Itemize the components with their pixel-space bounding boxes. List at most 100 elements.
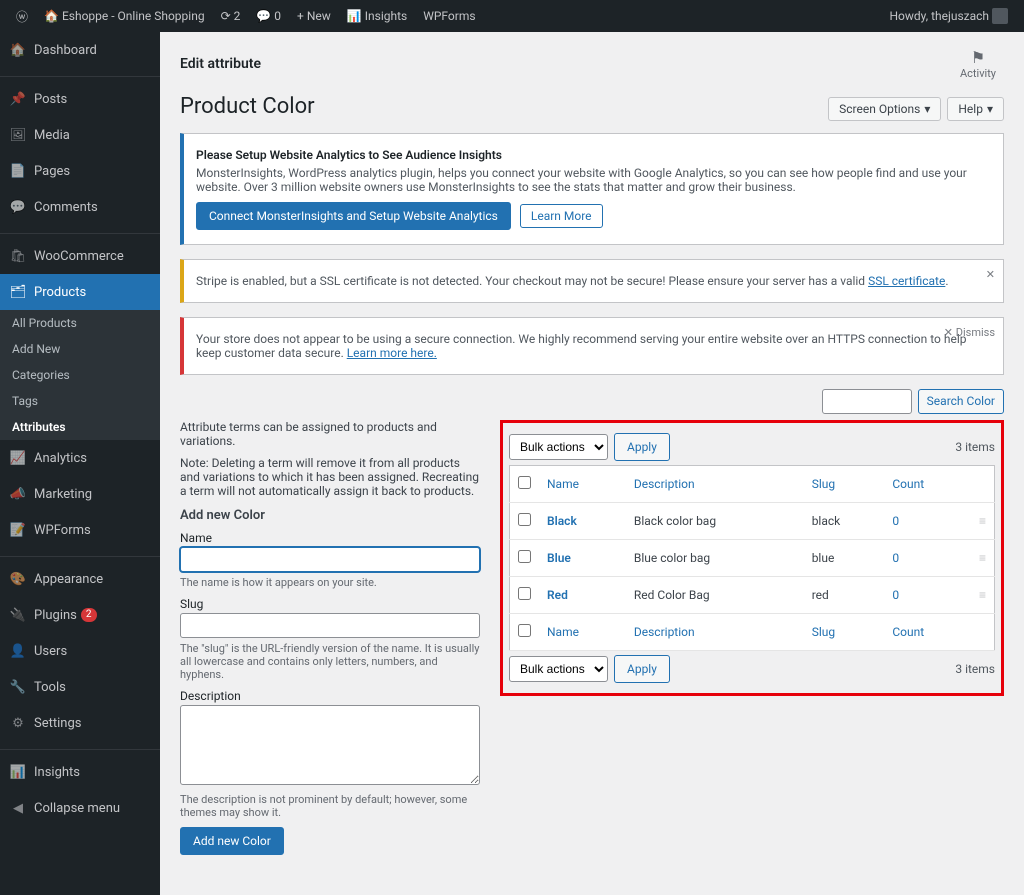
- menu-insights[interactable]: 📊Insights: [0, 754, 160, 790]
- apply-button-top[interactable]: Apply: [614, 433, 670, 461]
- col-name-foot[interactable]: Name: [539, 614, 626, 651]
- row-checkbox[interactable]: [518, 587, 531, 600]
- search-button[interactable]: Search Color: [918, 389, 1004, 414]
- chevron-down-icon: ▾: [924, 102, 930, 116]
- menu-media[interactable]: 🖼Media: [0, 117, 160, 153]
- col-description-foot[interactable]: Description: [626, 614, 804, 651]
- menu-analytics[interactable]: 📈Analytics: [0, 440, 160, 476]
- notice-https: ✕ Dismiss Your store does not appear to …: [180, 317, 1004, 375]
- menu-users[interactable]: 👤Users: [0, 633, 160, 669]
- term-name-link[interactable]: Red: [547, 588, 568, 602]
- dismiss-button[interactable]: ✕ Dismiss: [944, 326, 995, 339]
- admin-sidebar: 🏠Dashboard 📌Posts 🖼Media 📄Pages 💬Comment…: [0, 32, 160, 895]
- bulk-actions-bottom[interactable]: Bulk actions: [509, 656, 608, 682]
- row-checkbox[interactable]: [518, 550, 531, 563]
- mi-learn-button[interactable]: Learn More: [520, 204, 603, 228]
- menu-settings[interactable]: ⚙Settings: [0, 705, 160, 741]
- table-row: BlackBlack color bagblack0≡: [510, 503, 995, 540]
- add-new-color-button[interactable]: Add new Color: [180, 827, 284, 855]
- wordpress-icon: ⓦ: [16, 8, 28, 25]
- term-name-link[interactable]: Blue: [547, 551, 571, 565]
- plug-icon: 🔌: [8, 605, 28, 625]
- col-name[interactable]: Name: [539, 466, 626, 503]
- menu-marketing[interactable]: 📣Marketing: [0, 476, 160, 512]
- avatar-icon: [992, 8, 1008, 24]
- name-label: Name: [180, 531, 480, 545]
- apply-button-bottom[interactable]: Apply: [614, 655, 670, 683]
- menu-woocommerce[interactable]: 🛍WooCommerce: [0, 238, 160, 274]
- term-description: Black color bag: [626, 503, 804, 540]
- drag-handle-icon[interactable]: ≡: [971, 577, 995, 614]
- menu-posts[interactable]: 📌Posts: [0, 81, 160, 117]
- col-slug-foot[interactable]: Slug: [804, 614, 885, 651]
- submenu-categories[interactable]: Categories: [0, 362, 160, 388]
- col-count-foot[interactable]: Count: [884, 614, 971, 651]
- submenu-tags[interactable]: Tags: [0, 388, 160, 414]
- slug-input[interactable]: [180, 613, 480, 638]
- table-row: RedRed Color Bagred0≡: [510, 577, 995, 614]
- comment-icon: 💬: [256, 9, 271, 23]
- bar-wpforms[interactable]: WPForms: [415, 0, 483, 32]
- close-icon[interactable]: ✕: [986, 268, 995, 281]
- bulk-actions-top[interactable]: Bulk actions: [509, 434, 608, 460]
- term-count-link[interactable]: 0: [892, 514, 899, 528]
- row-checkbox[interactable]: [518, 513, 531, 526]
- menu-products[interactable]: 🗂Products: [0, 274, 160, 310]
- menu-dashboard[interactable]: 🏠Dashboard: [0, 32, 160, 68]
- menu-comments[interactable]: 💬Comments: [0, 189, 160, 225]
- slug-help: The "slug" is the URL-friendly version o…: [180, 642, 480, 681]
- bar-insights[interactable]: 📊 Insights: [339, 0, 415, 32]
- site-name[interactable]: 🏠 Eshoppe - Online Shopping: [36, 0, 213, 32]
- menu-tools[interactable]: 🔧Tools: [0, 669, 160, 705]
- help-button[interactable]: Help▾: [947, 97, 1004, 121]
- gear-icon: ⚙: [8, 713, 28, 733]
- new-content[interactable]: + New: [289, 0, 339, 32]
- menu-wpforms[interactable]: 📝WPForms: [0, 512, 160, 548]
- term-count-link[interactable]: 0: [892, 588, 899, 602]
- col-count[interactable]: Count: [884, 466, 971, 503]
- notice-monsterinsights: Please Setup Website Analytics to See Au…: [180, 133, 1004, 245]
- mi-body: MonsterInsights, WordPress analytics plu…: [196, 166, 991, 194]
- plus-icon: +: [297, 9, 304, 23]
- name-input[interactable]: [180, 547, 480, 572]
- submenu-attributes[interactable]: Attributes: [0, 414, 160, 440]
- menu-appearance[interactable]: 🎨Appearance: [0, 561, 160, 597]
- user-icon: 👤: [8, 641, 28, 661]
- chevron-down-icon: ▾: [987, 102, 993, 116]
- terms-table-highlight: Bulk actions Apply 3 items Name Descript…: [500, 420, 1004, 696]
- select-all-bottom[interactable]: [518, 624, 531, 637]
- submenu-all-products[interactable]: All Products: [0, 310, 160, 336]
- search-input[interactable]: [822, 389, 912, 414]
- comments-count[interactable]: 💬 0: [248, 0, 289, 32]
- select-all-top[interactable]: [518, 476, 531, 489]
- submenu-add-new[interactable]: Add New: [0, 336, 160, 362]
- woo-icon: 🛍: [8, 246, 28, 266]
- term-slug: blue: [804, 540, 885, 577]
- updates[interactable]: ⟳ 2: [213, 0, 249, 32]
- menu-plugins[interactable]: 🔌Plugins2: [0, 597, 160, 633]
- screen-options-button[interactable]: Screen Options▾: [828, 97, 941, 121]
- col-description[interactable]: Description: [626, 466, 804, 503]
- ssl-cert-link[interactable]: SSL certificate: [868, 274, 945, 288]
- drag-handle-icon[interactable]: ≡: [971, 540, 995, 577]
- https-learn-link[interactable]: Learn more here.: [347, 346, 437, 360]
- page-title: Product Color: [180, 94, 315, 119]
- activity-link[interactable]: ⚑Activity: [952, 44, 1004, 84]
- notice-stripe: ✕ Stripe is enabled, but a SSL certifica…: [180, 259, 1004, 303]
- term-name-link[interactable]: Black: [547, 514, 577, 528]
- col-slug[interactable]: Slug: [804, 466, 885, 503]
- menu-pages[interactable]: 📄Pages: [0, 153, 160, 189]
- drag-handle-icon[interactable]: ≡: [971, 503, 995, 540]
- edit-attribute-heading: Edit attribute: [180, 56, 261, 72]
- collapse-icon: ◀: [8, 798, 28, 818]
- howdy[interactable]: Howdy, thejuszach: [881, 0, 1016, 32]
- table-row: BlueBlue color bagblue0≡: [510, 540, 995, 577]
- update-icon: ⟳: [221, 9, 231, 23]
- description-input[interactable]: [180, 705, 480, 785]
- term-count-link[interactable]: 0: [892, 551, 899, 565]
- dashboard-icon: 🏠: [8, 40, 28, 60]
- mi-connect-button[interactable]: Connect MonsterInsights and Setup Websit…: [196, 202, 511, 230]
- wp-logo[interactable]: ⓦ: [8, 0, 36, 32]
- description-help: The description is not prominent by defa…: [180, 793, 480, 819]
- menu-collapse[interactable]: ◀Collapse menu: [0, 790, 160, 826]
